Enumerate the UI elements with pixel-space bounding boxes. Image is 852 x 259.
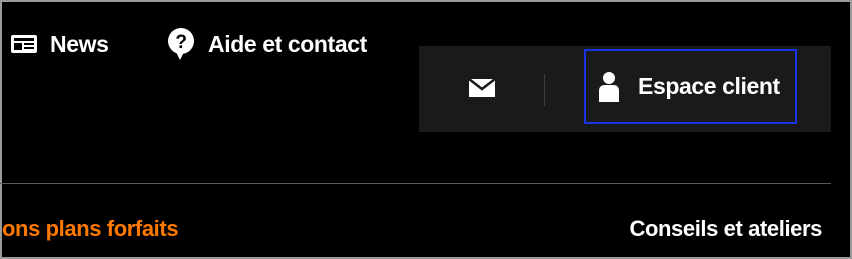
espace-client-button[interactable]: Espace client (584, 49, 797, 124)
nav-aide-contact-link[interactable]: ? Aide et contact (166, 0, 367, 88)
subnav-plans-forfaits-link[interactable]: ons plans forfaits (2, 216, 179, 242)
envelope-icon (468, 77, 496, 103)
panel-separator (544, 74, 545, 106)
subnav-conseils-ateliers-link[interactable]: Conseils et ateliers (629, 216, 822, 242)
svg-text:?: ? (175, 32, 186, 53)
espace-client-label: Espace client (638, 73, 780, 99)
nav-news-link[interactable]: News (10, 0, 109, 88)
help-bubble-icon: ? (166, 27, 196, 61)
user-icon (598, 71, 620, 103)
newspaper-icon (10, 33, 38, 55)
mail-button[interactable] (460, 64, 504, 116)
nav-aide-label: Aide et contact (208, 30, 367, 57)
nav-news-label: News (50, 30, 109, 57)
nav-divider (0, 183, 831, 184)
